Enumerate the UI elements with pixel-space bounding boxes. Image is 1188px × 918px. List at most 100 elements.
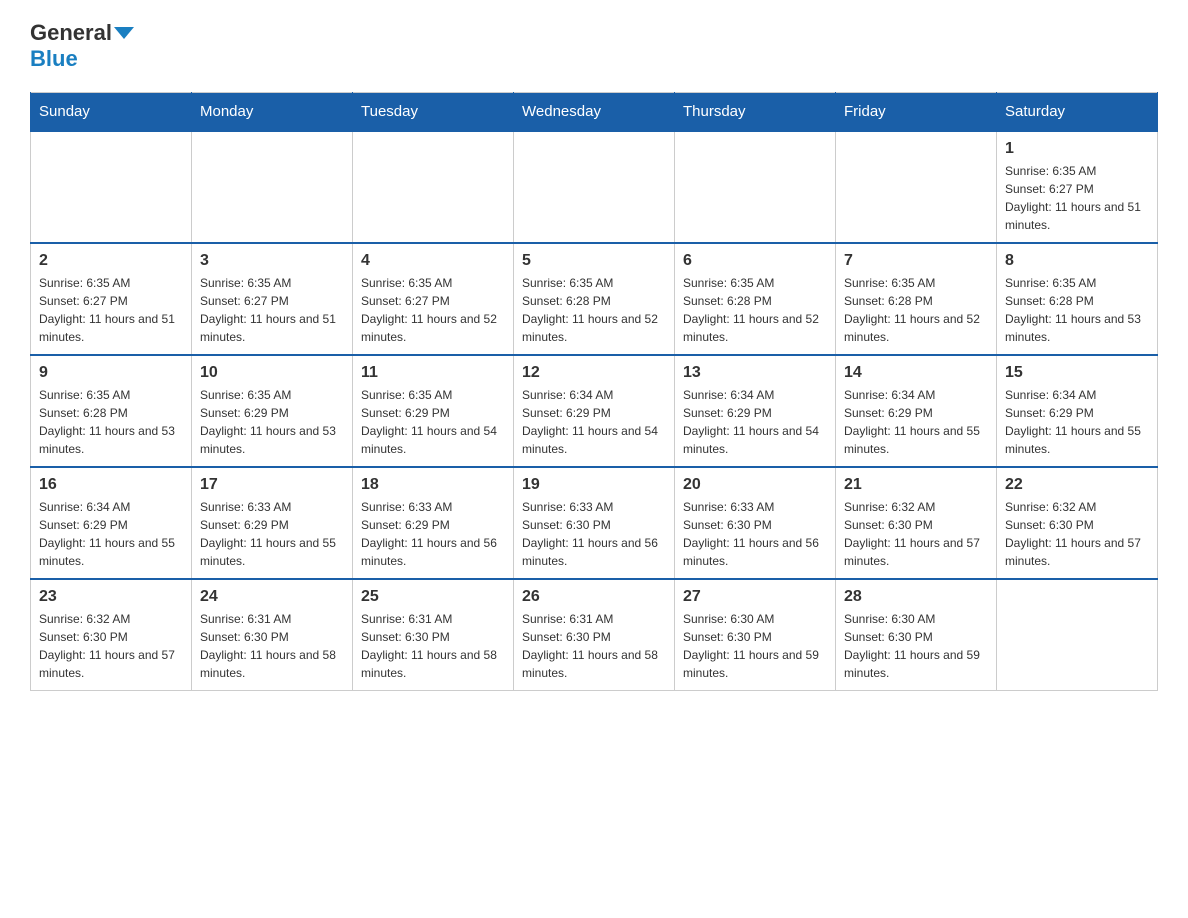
day-number: 5 — [522, 252, 666, 270]
day-info: Sunrise: 6:32 AMSunset: 6:30 PMDaylight:… — [39, 610, 183, 682]
day-number: 15 — [1005, 364, 1149, 382]
calendar-day-cell: 6 Sunrise: 6:35 AMSunset: 6:28 PMDaylight… — [675, 243, 836, 355]
day-info: Sunrise: 6:31 AMSunset: 6:30 PMDaylight:… — [522, 610, 666, 682]
day-number: 25 — [361, 588, 505, 606]
day-number: 18 — [361, 476, 505, 494]
calendar-day-cell — [31, 131, 192, 243]
calendar-day-cell: 4 Sunrise: 6:35 AMSunset: 6:27 PMDaylight… — [353, 243, 514, 355]
calendar-week-row: 9 Sunrise: 6:35 AMSunset: 6:28 PMDaylight… — [31, 355, 1158, 467]
calendar-header-row: SundayMondayTuesdayWednesdayThursdayFrid… — [31, 93, 1158, 132]
day-number: 26 — [522, 588, 666, 606]
calendar-day-cell: 11Sunrise: 6:35 AMSunset: 6:29 PMDayligh… — [353, 355, 514, 467]
day-info: Sunrise: 6:35 AMSunset: 6:28 PMDaylight:… — [39, 386, 183, 458]
logo-blue-text: Blue — [30, 46, 78, 72]
calendar-day-cell: 25 Sunrise: 6:31 AMSunset: 6:30 PMDayligh… — [353, 579, 514, 691]
calendar-day-cell — [192, 131, 353, 243]
calendar-day-cell: 26 Sunrise: 6:31 AMSunset: 6:30 PMDayligh… — [514, 579, 675, 691]
day-info: Sunrise: 6:30 AMSunset: 6:30 PMDaylight:… — [844, 610, 988, 682]
calendar-day-cell: 14Sunrise: 6:34 AMSunset: 6:29 PMDayligh… — [836, 355, 997, 467]
day-info: Sunrise: 6:31 AMSunset: 6:30 PMDaylight:… — [361, 610, 505, 682]
calendar-day-cell: 16 Sunrise: 6:34 AMSunset: 6:29 PMDayligh… — [31, 467, 192, 579]
day-info: Sunrise: 6:33 AMSunset: 6:30 PMDaylight:… — [683, 498, 827, 570]
day-info: Sunrise: 6:35 AMSunset: 6:28 PMDaylight:… — [1005, 274, 1149, 346]
day-info: Sunrise: 6:35 AMSunset: 6:27 PMDaylight:… — [39, 274, 183, 346]
day-number: 3 — [200, 252, 344, 270]
day-of-week-header: Tuesday — [353, 93, 514, 132]
day-number: 20 — [683, 476, 827, 494]
day-number: 14 — [844, 364, 988, 382]
day-info: Sunrise: 6:33 AMSunset: 6:29 PMDaylight:… — [200, 498, 344, 570]
day-info: Sunrise: 6:35 AMSunset: 6:28 PMDaylight:… — [683, 274, 827, 346]
day-number: 4 — [361, 252, 505, 270]
calendar-day-cell — [514, 131, 675, 243]
day-info: Sunrise: 6:34 AMSunset: 6:29 PMDaylight:… — [683, 386, 827, 458]
logo-arrow-icon — [114, 27, 134, 39]
logo: General Blue — [30, 20, 134, 72]
calendar-day-cell — [353, 131, 514, 243]
day-info: Sunrise: 6:35 AMSunset: 6:29 PMDaylight:… — [200, 386, 344, 458]
day-number: 24 — [200, 588, 344, 606]
day-number: 22 — [1005, 476, 1149, 494]
calendar-day-cell: 8 Sunrise: 6:35 AMSunset: 6:28 PMDaylight… — [997, 243, 1158, 355]
day-number: 16 — [39, 476, 183, 494]
calendar-day-cell — [675, 131, 836, 243]
calendar-day-cell: 13 Sunrise: 6:34 AMSunset: 6:29 PMDayligh… — [675, 355, 836, 467]
calendar-day-cell: 22 Sunrise: 6:32 AMSunset: 6:30 PMDayligh… — [997, 467, 1158, 579]
day-number: 28 — [844, 588, 988, 606]
day-of-week-header: Monday — [192, 93, 353, 132]
day-number: 2 — [39, 252, 183, 270]
day-number: 23 — [39, 588, 183, 606]
logo-general-text: General — [30, 20, 112, 46]
calendar-day-cell: 28 Sunrise: 6:30 AMSunset: 6:30 PMDayligh… — [836, 579, 997, 691]
calendar-week-row: 1 Sunrise: 6:35 AMSunset: 6:27 PMDaylight… — [31, 131, 1158, 243]
day-info: Sunrise: 6:35 AMSunset: 6:27 PMDaylight:… — [361, 274, 505, 346]
day-number: 11 — [361, 364, 505, 382]
day-info: Sunrise: 6:32 AMSunset: 6:30 PMDaylight:… — [844, 498, 988, 570]
day-number: 8 — [1005, 252, 1149, 270]
day-info: Sunrise: 6:34 AMSunset: 6:29 PMDaylight:… — [522, 386, 666, 458]
day-of-week-header: Friday — [836, 93, 997, 132]
calendar-week-row: 2 Sunrise: 6:35 AMSunset: 6:27 PMDaylight… — [31, 243, 1158, 355]
calendar-week-row: 16 Sunrise: 6:34 AMSunset: 6:29 PMDayligh… — [31, 467, 1158, 579]
calendar-table: SundayMondayTuesdayWednesdayThursdayFrid… — [30, 92, 1158, 691]
day-info: Sunrise: 6:35 AMSunset: 6:27 PMDaylight:… — [1005, 162, 1149, 234]
day-number: 9 — [39, 364, 183, 382]
day-number: 7 — [844, 252, 988, 270]
day-info: Sunrise: 6:33 AMSunset: 6:30 PMDaylight:… — [522, 498, 666, 570]
day-of-week-header: Wednesday — [514, 93, 675, 132]
calendar-day-cell: 10 Sunrise: 6:35 AMSunset: 6:29 PMDayligh… — [192, 355, 353, 467]
day-info: Sunrise: 6:31 AMSunset: 6:30 PMDaylight:… — [200, 610, 344, 682]
day-number: 17 — [200, 476, 344, 494]
day-number: 10 — [200, 364, 344, 382]
page-header: General Blue — [30, 20, 1158, 72]
day-info: Sunrise: 6:30 AMSunset: 6:30 PMDaylight:… — [683, 610, 827, 682]
calendar-day-cell: 5 Sunrise: 6:35 AMSunset: 6:28 PMDaylight… — [514, 243, 675, 355]
day-of-week-header: Thursday — [675, 93, 836, 132]
day-info: Sunrise: 6:34 AMSunset: 6:29 PMDaylight:… — [39, 498, 183, 570]
day-info: Sunrise: 6:32 AMSunset: 6:30 PMDaylight:… — [1005, 498, 1149, 570]
day-info: Sunrise: 6:35 AMSunset: 6:28 PMDaylight:… — [844, 274, 988, 346]
day-number: 21 — [844, 476, 988, 494]
calendar-day-cell — [836, 131, 997, 243]
calendar-day-cell: 27Sunrise: 6:30 AMSunset: 6:30 PMDayligh… — [675, 579, 836, 691]
calendar-day-cell: 12 Sunrise: 6:34 AMSunset: 6:29 PMDayligh… — [514, 355, 675, 467]
calendar-day-cell: 15Sunrise: 6:34 AMSunset: 6:29 PMDayligh… — [997, 355, 1158, 467]
calendar-day-cell: 3 Sunrise: 6:35 AMSunset: 6:27 PMDaylight… — [192, 243, 353, 355]
day-number: 1 — [1005, 140, 1149, 158]
day-of-week-header: Saturday — [997, 93, 1158, 132]
calendar-day-cell: 20 Sunrise: 6:33 AMSunset: 6:30 PMDayligh… — [675, 467, 836, 579]
calendar-day-cell: 19 Sunrise: 6:33 AMSunset: 6:30 PMDayligh… — [514, 467, 675, 579]
calendar-day-cell — [997, 579, 1158, 691]
day-number: 6 — [683, 252, 827, 270]
day-number: 13 — [683, 364, 827, 382]
calendar-day-cell: 9 Sunrise: 6:35 AMSunset: 6:28 PMDaylight… — [31, 355, 192, 467]
calendar-day-cell: 24 Sunrise: 6:31 AMSunset: 6:30 PMDayligh… — [192, 579, 353, 691]
day-number: 12 — [522, 364, 666, 382]
day-info: Sunrise: 6:33 AMSunset: 6:29 PMDaylight:… — [361, 498, 505, 570]
day-info: Sunrise: 6:35 AMSunset: 6:28 PMDaylight:… — [522, 274, 666, 346]
calendar-week-row: 23 Sunrise: 6:32 AMSunset: 6:30 PMDayligh… — [31, 579, 1158, 691]
day-number: 19 — [522, 476, 666, 494]
calendar-day-cell: 1 Sunrise: 6:35 AMSunset: 6:27 PMDaylight… — [997, 131, 1158, 243]
day-info: Sunrise: 6:35 AMSunset: 6:27 PMDaylight:… — [200, 274, 344, 346]
calendar-day-cell: 21 Sunrise: 6:32 AMSunset: 6:30 PMDayligh… — [836, 467, 997, 579]
